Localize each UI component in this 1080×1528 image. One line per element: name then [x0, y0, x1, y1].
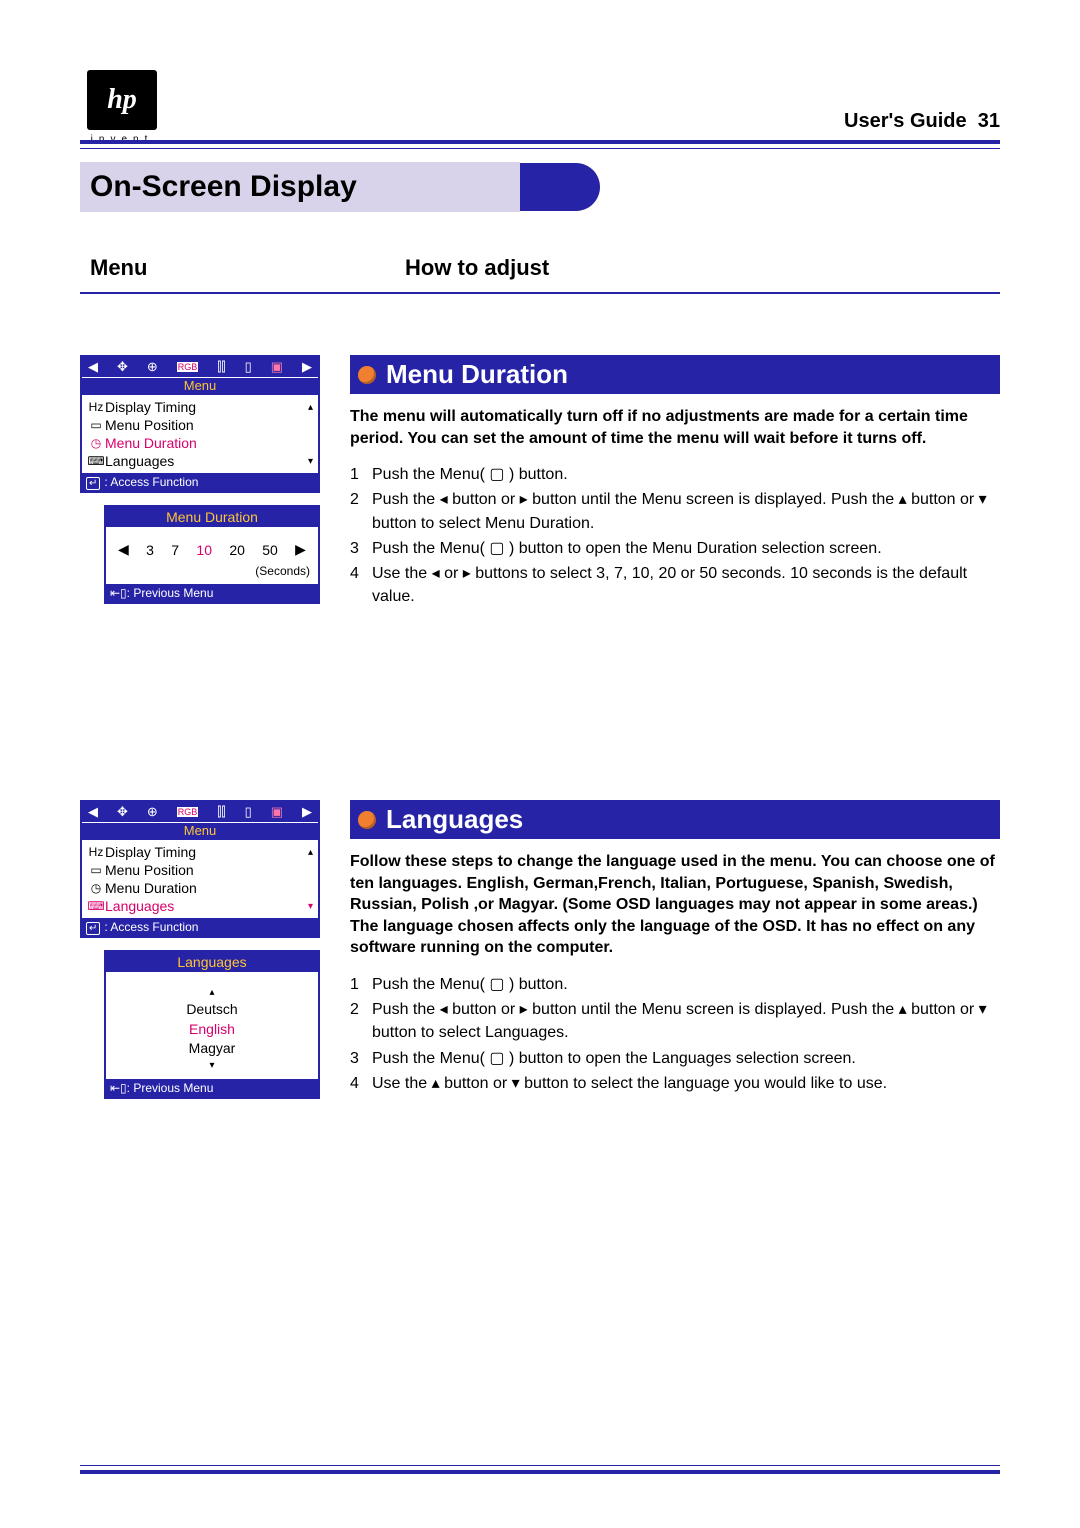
osd-duration-title: Menu Duration [106, 507, 318, 527]
osd-languages-title: Languages [106, 952, 318, 972]
osd-item: HzDisplay Timing▴ [84, 843, 316, 861]
step: Use the ◂ or ▸ buttons to select 3, 7, 1… [372, 562, 1000, 608]
osd-footer-text: : Access Function [104, 920, 198, 934]
clock-icon: ◷ [87, 881, 105, 895]
osd-footer-text: : Previous Menu [127, 586, 214, 600]
right-arrow-icon: ▶ [302, 804, 312, 820]
languages-list: ▴ Deutsch English Magyar ▾ [106, 972, 318, 1079]
duration-value: 3 [142, 542, 158, 558]
osd-icon-bar: ◀ ✥ ⊕ RGB ⫿⫿ ▯ ▣ ▶ [82, 802, 318, 822]
osd-languages-footer: ⇤▯: Previous Menu [106, 1079, 318, 1097]
right-arrow-icon: ▶ [302, 359, 312, 375]
language-option-active: English [114, 1020, 310, 1040]
osd-footer-text: : Previous Menu [127, 1081, 214, 1095]
duration-value: 50 [258, 542, 282, 558]
osd-icon-bar: ◀ ✥ ⊕ RGB ⫿⫿ ▯ ▣ ▶ [82, 357, 318, 377]
page-number: 31 [978, 110, 1000, 132]
osd-item-active: ◷Menu Duration [84, 434, 316, 452]
duration-unit: (Seconds) [114, 564, 310, 578]
osd-item-label: Display Timing [105, 844, 196, 860]
clock-icon: ◷ [87, 436, 105, 450]
osd-duration-panel: Menu Duration ◀ 3 7 10 20 50 ▶ (Seconds)… [104, 505, 320, 604]
step: Push the Menu( ▢ ) button to open the Me… [372, 537, 1000, 560]
move-icon: ✥ [117, 804, 128, 820]
menu-duration-steps: 1Push the Menu( ▢ ) button. 2Push the ◂ … [350, 463, 1000, 608]
language-icon: ⌨ [87, 899, 105, 913]
screen-icon: ▣ [271, 359, 283, 375]
hz-icon: Hz [87, 845, 105, 859]
globe-icon: ⊕ [147, 359, 158, 375]
osd-duration-footer: ⇤▯: Previous Menu [106, 584, 318, 602]
screen-icon: ▣ [271, 804, 283, 820]
osd-item-label: Display Timing [105, 399, 196, 415]
title-endcap [520, 163, 600, 211]
doc-name: User's Guide [844, 110, 967, 132]
bullet-icon [358, 811, 376, 829]
osd-item-label: Languages [105, 898, 174, 914]
column-right-heading: How to adjust [405, 255, 549, 281]
duration-values: ◀ 3 7 10 20 50 ▶ [114, 541, 310, 558]
step: Push the ◂ button or ▸ button until the … [372, 488, 1000, 534]
column-left-heading: Menu [90, 255, 147, 281]
bullet-icon [358, 366, 376, 384]
position-icon: ▭ [87, 418, 105, 432]
window-icon: ▯ [245, 804, 252, 820]
language-icon: ⌨ [87, 454, 105, 468]
section-header-menu-duration: Menu Duration [350, 355, 1000, 394]
osd-item: ▭Menu Position [84, 861, 316, 879]
header-right: User's Guide 31 [844, 110, 1000, 133]
duration-value-active: 10 [192, 542, 216, 558]
duration-value: 20 [225, 542, 249, 558]
osd-menu-label: Menu [82, 377, 318, 395]
osd-footer: ↵: Access Function [82, 473, 318, 491]
osd-item-label: Menu Duration [105, 880, 197, 896]
osd-item-label: Languages [105, 453, 174, 469]
osd-languages-panel: Languages ▴ Deutsch English Magyar ▾ ⇤▯:… [104, 950, 320, 1099]
left-arrow-icon: ◀ [88, 359, 98, 375]
step: Push the ◂ button or ▸ button until the … [372, 998, 1000, 1044]
osd-footer: ↵: Access Function [82, 918, 318, 936]
osd-panel-menu-2: ◀ ✥ ⊕ RGB ⫿⫿ ▯ ▣ ▶ Menu HzDisplay Timing… [80, 800, 320, 938]
osd-item-label: Menu Position [105, 417, 194, 433]
osd-item: ▭Menu Position [84, 416, 316, 434]
bars-icon: ⫿⫿ [217, 359, 225, 375]
osd-menu-label: Menu [82, 822, 318, 840]
section-header-languages: Languages [350, 800, 1000, 839]
language-option: Magyar [114, 1039, 310, 1059]
position-icon: ▭ [87, 863, 105, 877]
osd-item-active: ⌨Languages▾ [84, 897, 316, 915]
left-arrow-icon: ◀ [88, 804, 98, 820]
brand-logo: hp invent [80, 70, 164, 145]
rgb-icon: RGB [177, 362, 199, 372]
osd-item: ◷Menu Duration [84, 879, 316, 897]
duration-value: 7 [167, 542, 183, 558]
step: Push the Menu( ▢ ) button. [372, 463, 1000, 486]
rgb-icon: RGB [177, 807, 199, 817]
page-title: On-Screen Display [90, 170, 357, 203]
osd-footer-text: : Access Function [104, 475, 198, 489]
language-option: Deutsch [114, 1000, 310, 1020]
section-title-menu-duration: Menu Duration [386, 359, 568, 390]
osd-panel-menu-1: ◀ ✥ ⊕ RGB ⫿⫿ ▯ ▣ ▶ Menu HzDisplay Timing… [80, 355, 320, 493]
section-title-languages: Languages [386, 804, 523, 835]
step: Push the Menu( ▢ ) button. [372, 973, 1000, 996]
osd-item: ⌨Languages▾ [84, 452, 316, 470]
step: Use the ▴ button or ▾ button to select t… [372, 1072, 1000, 1095]
languages-intro: Follow these steps to change the languag… [350, 851, 1000, 959]
hp-logo-text: hp [107, 84, 137, 116]
move-icon: ✥ [117, 359, 128, 375]
osd-item: HzDisplay Timing▴ [84, 398, 316, 416]
osd-item-label: Menu Duration [105, 435, 197, 451]
step: Push the Menu( ▢ ) button to open the La… [372, 1047, 1000, 1070]
globe-icon: ⊕ [147, 804, 158, 820]
hz-icon: Hz [87, 400, 105, 414]
osd-item-label: Menu Position [105, 862, 194, 878]
menu-duration-intro: The menu will automatically turn off if … [350, 406, 1000, 449]
languages-steps: 1Push the Menu( ▢ ) button. 2Push the ◂ … [350, 973, 1000, 1095]
bars-icon: ⫿⫿ [217, 804, 225, 820]
page-title-bar: On-Screen Display [80, 162, 600, 212]
window-icon: ▯ [245, 359, 252, 375]
